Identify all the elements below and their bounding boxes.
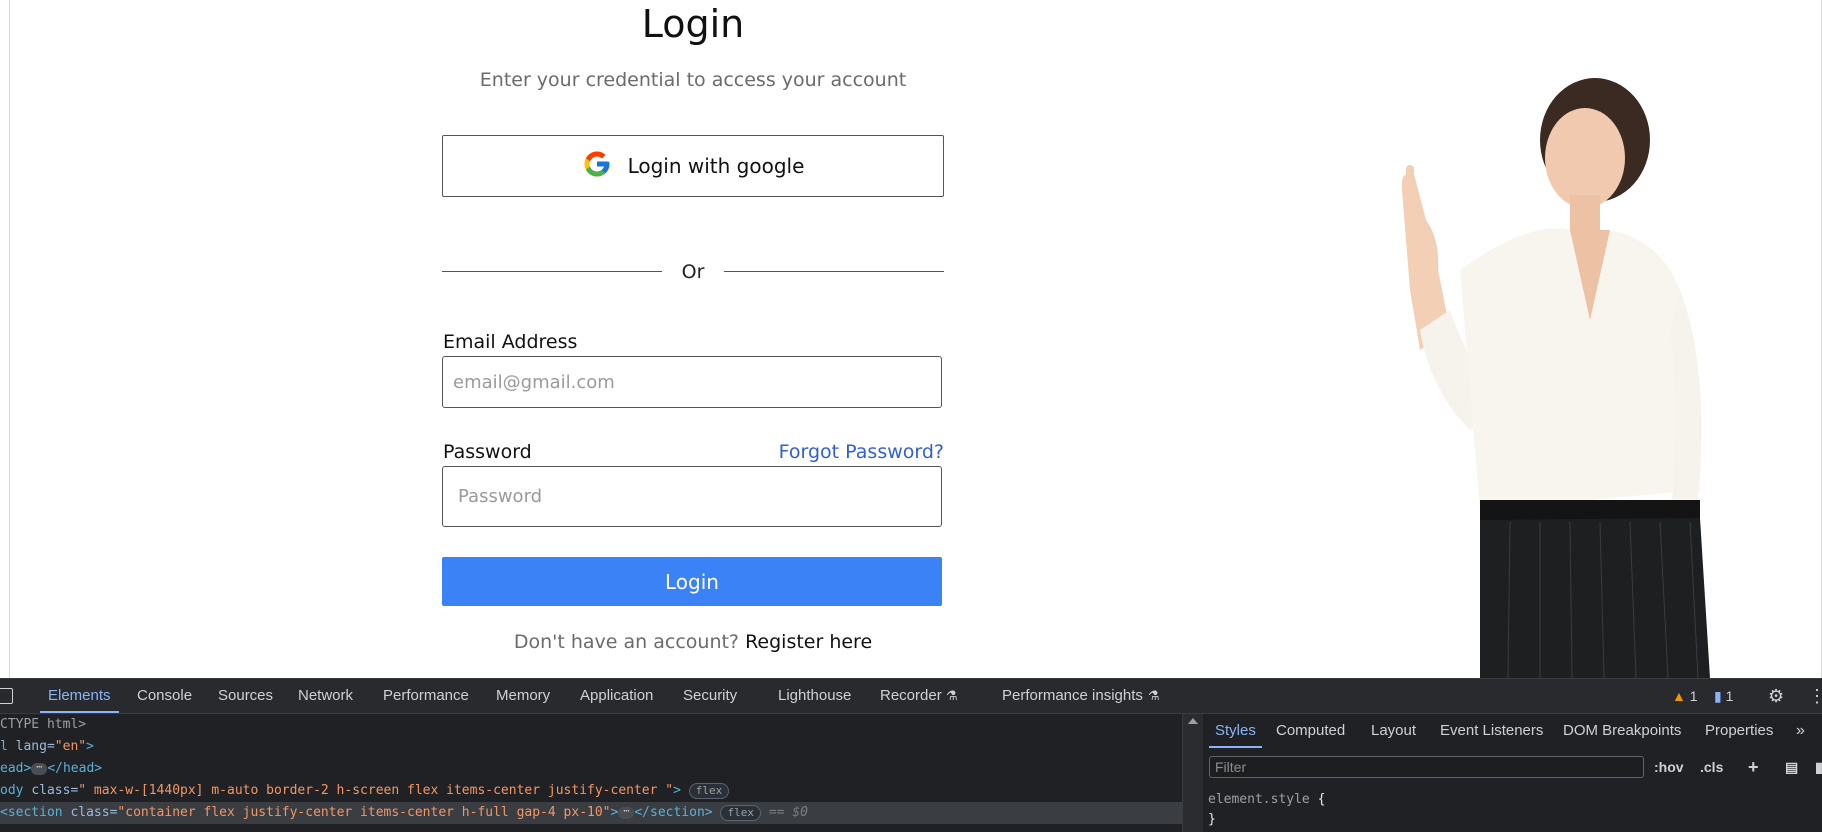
tab-event-listeners[interactable]: Event Listeners: [1440, 714, 1543, 748]
tab-sources[interactable]: Sources: [218, 679, 273, 713]
tab-console[interactable]: Console: [137, 679, 192, 713]
tab-lighthouse[interactable]: Lighthouse: [778, 679, 851, 713]
flask-icon: ⚗: [1148, 688, 1160, 703]
dom-line[interactable]: CTYPE html>: [0, 714, 86, 736]
tab-layout[interactable]: Layout: [1371, 714, 1416, 748]
expand-ellipsis-icon[interactable]: ⋯: [618, 806, 635, 819]
login-page: Login Enter your credential to access yo…: [0, 0, 1822, 678]
element-style-rule-close: }: [1208, 812, 1216, 827]
settings-gear-icon[interactable]: ⚙: [1768, 679, 1784, 713]
tab-performance-insights[interactable]: Performance insights: [1002, 679, 1143, 713]
password-field[interactable]: [442, 466, 942, 527]
google-icon: [582, 149, 612, 184]
rule-open-brace: {: [1317, 792, 1326, 807]
divider-text: Or: [681, 261, 705, 283]
dom-tag-close: </section>: [634, 805, 713, 820]
forgot-password-link[interactable]: Forgot Password?: [779, 441, 944, 463]
more-options-icon[interactable]: ⋮: [1808, 679, 1822, 713]
message-icon: ▮: [1714, 688, 1722, 704]
hero-woman-image: [1380, 70, 1740, 678]
dom-attr: class: [70, 805, 110, 820]
warnings-indicator[interactable]: ▲ 1: [1672, 679, 1698, 713]
tab-security[interactable]: Security: [683, 679, 737, 713]
expand-ellipsis-icon[interactable]: ⋯: [31, 762, 48, 775]
tab-styles[interactable]: Styles: [1209, 714, 1262, 748]
cls-toggle[interactable]: .cls: [1700, 756, 1723, 778]
tab-application[interactable]: Application: [580, 679, 653, 713]
dom-doctype: CTYPE html>: [0, 717, 87, 732]
dom-tag-close: >: [86, 739, 94, 754]
dom-tag: <section: [0, 805, 63, 820]
email-field[interactable]: [442, 356, 942, 408]
register-prompt-text: Don't have an account?: [513, 631, 740, 653]
element-style-rule[interactable]: element.style {: [1208, 792, 1325, 807]
tab-dom-breakpoints[interactable]: DOM Breakpoints: [1563, 714, 1681, 748]
tab-elements[interactable]: Elements: [40, 679, 119, 713]
devtools-tabbar: Elements Console Sources Network Perform…: [0, 679, 1822, 714]
tab-memory[interactable]: Memory: [496, 679, 550, 713]
dom-tree: CTYPE html> l lang="en"> ead> ⋯ </head> od…: [0, 714, 1182, 832]
dom-tag: ody: [0, 783, 24, 798]
login-with-google-button[interactable]: Login with google: [442, 135, 944, 197]
paint-icon[interactable]: ▤: [1785, 756, 1798, 778]
dom-line[interactable]: ead> ⋯ </head>: [0, 758, 102, 780]
dom-tag: l: [0, 739, 8, 754]
register-link[interactable]: Register here: [745, 631, 872, 653]
dom-attr: class: [31, 783, 71, 798]
dom-line-selected[interactable]: <section class="container flex justify-c…: [0, 802, 1182, 824]
or-divider: Or: [442, 261, 944, 285]
dom-line[interactable]: l lang="en">: [0, 736, 94, 758]
tab-performance[interactable]: Performance: [383, 679, 469, 713]
warnings-count: 1: [1689, 688, 1698, 704]
panel-splitter[interactable]: [1182, 714, 1203, 832]
flex-badge[interactable]: flex: [720, 804, 761, 821]
rule-close-brace: }: [1208, 812, 1216, 827]
scroll-up-icon[interactable]: [1188, 718, 1198, 724]
selected-node-marker: == $0: [768, 805, 808, 820]
element-style-selector: element.style: [1208, 792, 1310, 807]
register-prompt: Don't have an account? Register here: [442, 631, 944, 653]
email-label: Email Address: [443, 331, 578, 353]
sidebar-toggle-icon[interactable]: ◧: [1815, 756, 1822, 778]
messages-indicator[interactable]: ▮ 1: [1714, 679, 1733, 713]
dom-value: "container flex justify-center items-cen…: [117, 805, 611, 820]
dom-tag-close: </head>: [47, 761, 103, 776]
dom-line[interactable]: ody class=" max-w-[1440px] m-auto border…: [0, 780, 730, 802]
devtools-panel: Elements Console Sources Network Perform…: [0, 678, 1822, 832]
styles-pane: Styles Computed Layout Event Listeners D…: [1203, 714, 1822, 832]
dom-value: " max-w-[1440px] m-auto border-2 h-scree…: [78, 783, 674, 798]
warning-icon: ▲: [1672, 688, 1686, 704]
dom-tag-close: >: [673, 783, 681, 798]
device-toolbar-icon[interactable]: [0, 688, 13, 704]
tab-computed[interactable]: Computed: [1276, 714, 1345, 748]
password-label: Password: [443, 441, 532, 463]
login-button[interactable]: Login: [442, 557, 942, 606]
more-tabs-chevron-icon[interactable]: »: [1796, 714, 1805, 748]
page-border: [9, 0, 10, 678]
page-title: Login: [641, 2, 745, 46]
tab-recorder[interactable]: Recorder: [880, 679, 942, 713]
page-subtitle: Enter your credential to access your acc…: [479, 69, 907, 91]
hov-toggle[interactable]: :hov: [1654, 756, 1684, 778]
messages-count: 1: [1725, 688, 1734, 704]
add-rule-icon[interactable]: +: [1748, 756, 1759, 778]
flex-badge[interactable]: flex: [688, 782, 730, 799]
flask-icon: ⚗: [946, 688, 958, 703]
tab-properties[interactable]: Properties: [1705, 714, 1773, 748]
dom-attr: lang: [15, 739, 47, 754]
tab-network[interactable]: Network: [298, 679, 353, 713]
google-button-label: Login with google: [627, 154, 805, 178]
dom-value: "en": [54, 739, 87, 754]
styles-filter-input[interactable]: [1209, 756, 1644, 778]
dom-tag: ead>: [0, 761, 32, 776]
